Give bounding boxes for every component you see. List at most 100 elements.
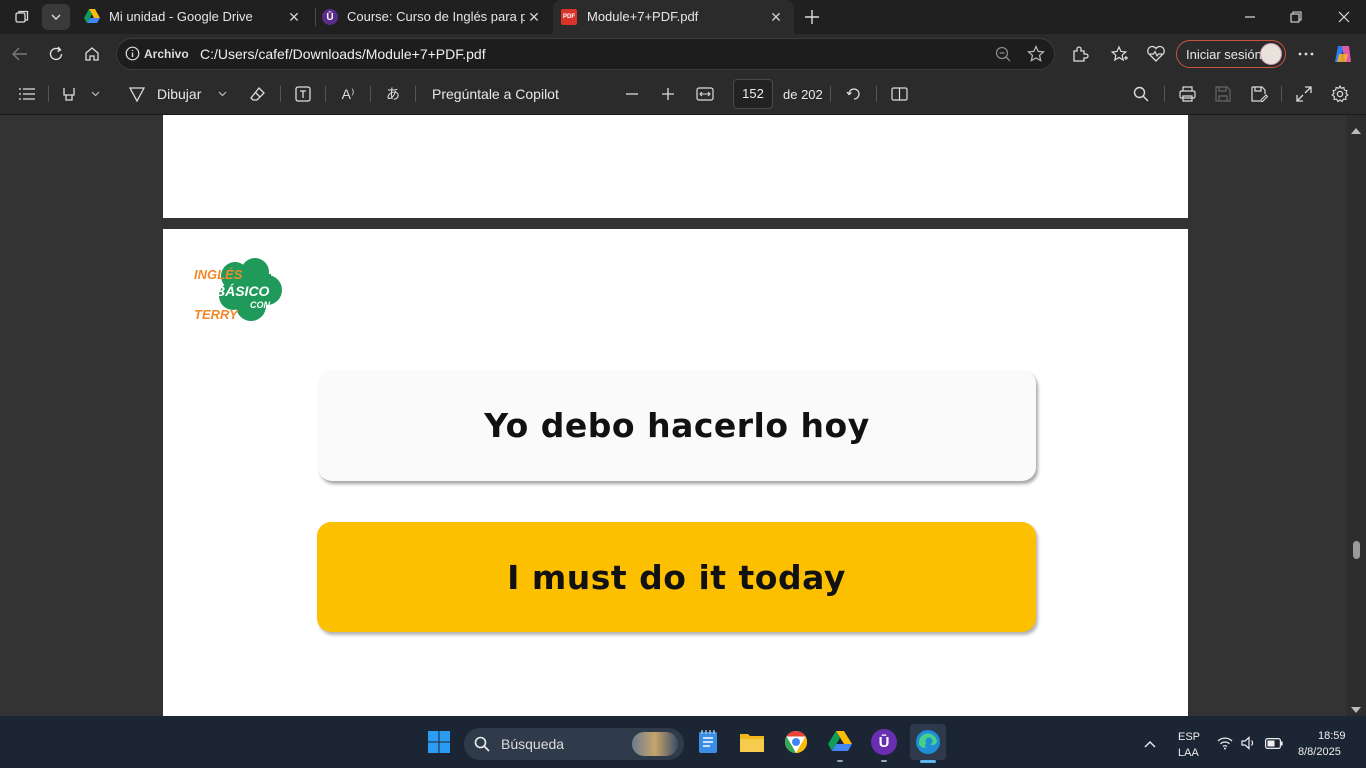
close-tab-icon[interactable]: ✕: [768, 9, 784, 25]
rotate-icon[interactable]: [843, 84, 865, 104]
tab-udemy-course[interactable]: Ū Course: Curso de Inglés para principia…: [316, 0, 552, 34]
english-phrase-text: I must do it today: [507, 557, 846, 597]
microsoft-edge-icon[interactable]: [910, 724, 946, 760]
file-badge: Archivo: [144, 47, 189, 61]
udemy-icon[interactable]: Ū: [866, 724, 902, 760]
tab-actions-chevron-icon[interactable]: [42, 4, 70, 30]
logo-text-con: CON: [250, 300, 270, 310]
scroll-up-icon[interactable]: [1351, 121, 1361, 139]
signin-button[interactable]: Iniciar sesión: [1176, 40, 1286, 68]
logo-text-ingles: INGLÉS: [194, 267, 243, 282]
save-as-icon[interactable]: [1248, 84, 1270, 104]
file-explorer-icon[interactable]: [734, 724, 770, 760]
toolbar-divider: [415, 86, 416, 102]
minimize-icon[interactable]: [1238, 5, 1262, 29]
windows-start-icon[interactable]: [421, 724, 457, 760]
tab-pdf-active[interactable]: PDF Module+7+PDF.pdf ✕: [553, 0, 794, 34]
fit-to-width-icon[interactable]: [694, 84, 716, 104]
draw-icon[interactable]: [126, 84, 148, 104]
pdf-toolbar: [0, 74, 1366, 115]
toolbar-divider: [830, 86, 831, 102]
tab-title: Mi unidad - Google Drive: [109, 9, 253, 24]
battery-icon[interactable]: [1264, 734, 1284, 752]
signin-label: Iniciar sesión: [1186, 47, 1262, 62]
more-options-icon[interactable]: [1294, 42, 1318, 66]
notepad-icon[interactable]: [690, 724, 726, 760]
url-text[interactable]: C:/Users/cafef/Downloads/Module+7+PDF.pd…: [200, 46, 486, 62]
eraser-icon[interactable]: [247, 84, 269, 104]
show-hidden-icons-chevron-icon[interactable]: [1140, 734, 1160, 754]
zoom-out-icon[interactable]: [622, 84, 642, 104]
close-window-icon[interactable]: [1332, 5, 1356, 29]
new-tab-icon[interactable]: [800, 5, 824, 29]
volume-icon[interactable]: [1240, 734, 1258, 752]
taskbar-search-box[interactable]: Búsqueda: [464, 728, 684, 760]
scroll-thumb[interactable]: [1353, 541, 1360, 559]
keyboard-layout[interactable]: LAA: [1178, 747, 1199, 759]
copilot-icon[interactable]: [1330, 41, 1356, 67]
search-highlight-image: [632, 732, 678, 756]
draw-label[interactable]: Dibujar: [157, 86, 201, 102]
zoom-out-icon[interactable]: [995, 46, 1011, 67]
wifi-icon[interactable]: [1216, 734, 1234, 752]
tab-google-drive[interactable]: Mi unidad - Google Drive ✕: [76, 0, 312, 34]
close-tab-icon[interactable]: ✕: [286, 9, 302, 25]
clock-date[interactable]: 8/8/2025: [1298, 746, 1341, 758]
page-view-icon[interactable]: [888, 84, 910, 104]
pdf-page-previous: [163, 115, 1188, 218]
google-drive-icon[interactable]: [822, 724, 858, 760]
spanish-phrase-card: Yo debo hacerlo hoy: [318, 370, 1036, 481]
restore-icon[interactable]: [1284, 5, 1308, 29]
pdf-icon: PDF: [561, 9, 577, 25]
highlight-icon[interactable]: [58, 84, 80, 104]
toolbar-divider: [876, 86, 877, 102]
read-aloud-icon[interactable]: A⁾: [337, 84, 359, 104]
toolbar-divider: [48, 86, 49, 102]
extensions-icon[interactable]: [1068, 42, 1092, 66]
chevron-down-icon[interactable]: [88, 86, 102, 102]
pdf-page-current: INGLÉS BÁSICO CON TERRY Yo debo hacerlo …: [163, 229, 1188, 716]
vertical-scrollbar[interactable]: [1346, 115, 1366, 716]
translate-icon[interactable]: あ: [382, 84, 404, 104]
search-icon: [474, 736, 490, 757]
english-phrase-card: I must do it today: [317, 522, 1036, 632]
back-icon[interactable]: [8, 42, 32, 66]
logo-text-basico: BÁSICO: [215, 283, 270, 299]
clock-time[interactable]: 18:59: [1318, 730, 1346, 742]
search-placeholder: Búsqueda: [501, 736, 565, 752]
avatar: [1260, 43, 1282, 65]
favorites-icon[interactable]: [1108, 42, 1132, 66]
print-icon[interactable]: [1176, 84, 1198, 104]
search-icon[interactable]: [1130, 84, 1152, 104]
home-icon[interactable]: [80, 42, 104, 66]
tab-title: Module+7+PDF.pdf: [587, 9, 699, 24]
close-tab-icon[interactable]: ✕: [526, 9, 542, 25]
settings-gear-icon[interactable]: [1329, 83, 1351, 105]
page-number-input[interactable]: 152: [733, 79, 773, 109]
google-chrome-icon[interactable]: [778, 724, 814, 760]
ask-copilot-button[interactable]: Pregúntale a Copilot: [432, 86, 559, 102]
pdf-viewport[interactable]: INGLÉS BÁSICO CON TERRY Yo debo hacerlo …: [0, 115, 1366, 716]
running-indicator: [837, 760, 843, 762]
input-language[interactable]: ESP: [1178, 731, 1200, 743]
udemy-icon: Ū: [322, 9, 338, 25]
workspaces-icon[interactable]: [8, 5, 36, 29]
zoom-in-icon[interactable]: [658, 84, 678, 104]
address-bar[interactable]: Archivo C:/Users/cafef/Downloads/Module+…: [116, 38, 1055, 70]
favorite-star-icon[interactable]: [1027, 45, 1045, 68]
toolbar-divider: [1281, 86, 1282, 102]
fullscreen-icon[interactable]: [1293, 84, 1315, 104]
refresh-icon[interactable]: [44, 42, 68, 66]
contents-list-icon[interactable]: [16, 84, 38, 104]
active-app-indicator: [920, 760, 936, 763]
running-indicator: [881, 760, 887, 762]
tab-strip: Mi unidad - Google Drive ✕ Ū Course: Cur…: [0, 0, 1366, 34]
save-icon[interactable]: [1212, 84, 1234, 104]
text-box-icon[interactable]: [292, 84, 314, 104]
toolbar-divider: [325, 86, 326, 102]
chevron-down-icon[interactable]: [215, 86, 229, 102]
browser-essentials-icon[interactable]: [1144, 42, 1168, 66]
logo-text-terry: TERRY: [194, 307, 238, 322]
tab-title: Course: Curso de Inglés para principiant…: [347, 9, 525, 24]
info-icon[interactable]: [125, 46, 140, 66]
